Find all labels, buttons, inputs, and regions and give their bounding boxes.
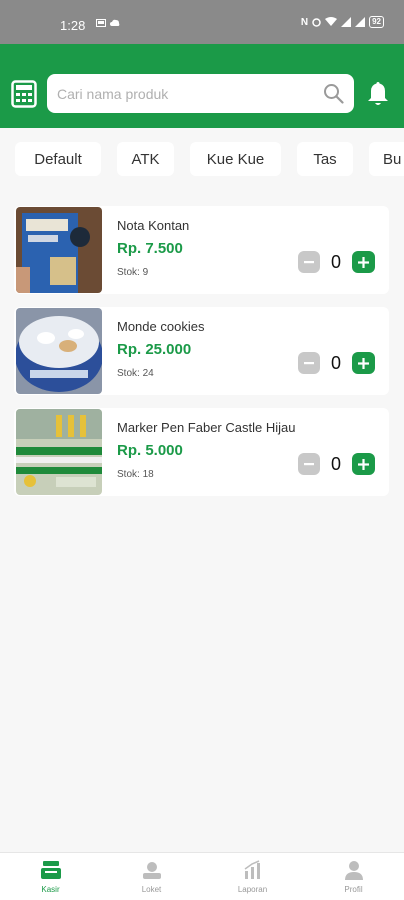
bottom-navigation: Kasir Loket Laporan Profil [0,852,404,900]
quantity-value: 0 [330,251,341,272]
minus-icon [304,261,314,264]
nav-label: Loket [141,885,162,894]
product-image [16,308,102,394]
report-chart-icon [244,860,260,879]
app-header [0,44,404,128]
plus-icon [358,357,369,369]
counter-icon [142,862,161,879]
battery-icon: 92 [369,16,384,28]
category-tab-bu[interactable]: Bu [369,142,404,176]
category-tab-default[interactable]: Default [15,142,101,176]
nav-item-profil[interactable]: Profil [303,853,404,900]
nav-label: Kasir [41,885,60,894]
nav-label: Laporan [237,885,268,894]
product-price: Rp. 7.500 [117,240,183,257]
quantity-value: 0 [330,453,341,474]
notification-icon [96,19,106,27]
status-indicators: N 92 [301,16,384,28]
bell-icon[interactable] [366,80,390,108]
product-name: Marker Pen Faber Castle Hijau [117,420,296,435]
product-card[interactable]: Nota Kontan Rp. 7.500 Stok: 9 0 [14,206,389,294]
product-card[interactable]: Monde cookies Rp. 25.000 Stok: 24 0 [14,307,389,395]
nav-item-kasir[interactable]: Kasir [0,853,101,900]
category-tab-atk[interactable]: ATK [117,142,174,176]
search-icon[interactable] [323,83,344,104]
search-input[interactable] [57,85,307,102]
profile-icon [344,861,363,880]
plus-icon [358,256,369,268]
product-price: Rp. 25.000 [117,341,192,358]
signal-2-icon [355,17,366,27]
category-tab-kue-kue[interactable]: Kue Kue [190,142,281,176]
quantity-stepper: 0 [298,453,375,475]
cloud-icon [110,19,120,26]
product-card[interactable]: Marker Pen Faber Castle Hijau Rp. 5.000 … [14,408,389,496]
category-tab-tas[interactable]: Tas [297,142,353,176]
increase-quantity-button[interactable] [352,453,375,475]
quantity-value: 0 [330,352,341,373]
increase-quantity-button[interactable] [352,352,375,374]
calculator-icon[interactable] [11,80,37,108]
nav-item-loket[interactable]: Loket [101,853,202,900]
nav-item-laporan[interactable]: Laporan [202,853,303,900]
product-name: Monde cookies [117,319,205,334]
product-stock: Stok: 9 [117,267,149,278]
status-bar: 1:28 N 92 [0,0,404,44]
quantity-stepper: 0 [298,352,375,374]
decrease-quantity-button[interactable] [298,352,320,374]
product-stock: Stok: 24 [117,368,154,379]
status-time: 1:28 [60,18,86,33]
category-tabs: Default ATK Kue Kue Tas Bu [0,142,404,178]
product-image [16,409,102,495]
sync-icon [312,17,321,27]
decrease-quantity-button[interactable] [298,453,320,475]
product-name: Nota Kontan [117,218,190,233]
quantity-stepper: 0 [298,251,375,273]
plus-icon [358,458,369,470]
increase-quantity-button[interactable] [352,251,375,273]
product-price: Rp. 5.000 [117,442,183,459]
wifi-icon [325,17,338,26]
product-image [16,207,102,293]
minus-icon [304,463,314,466]
product-stock: Stok: 18 [117,469,154,480]
nav-label: Profil [344,885,363,894]
decrease-quantity-button[interactable] [298,251,320,273]
cash-register-icon [40,861,61,879]
search-box [47,74,354,113]
nfc-icon: N [300,16,309,28]
signal-icon [341,17,352,27]
minus-icon [304,362,314,365]
